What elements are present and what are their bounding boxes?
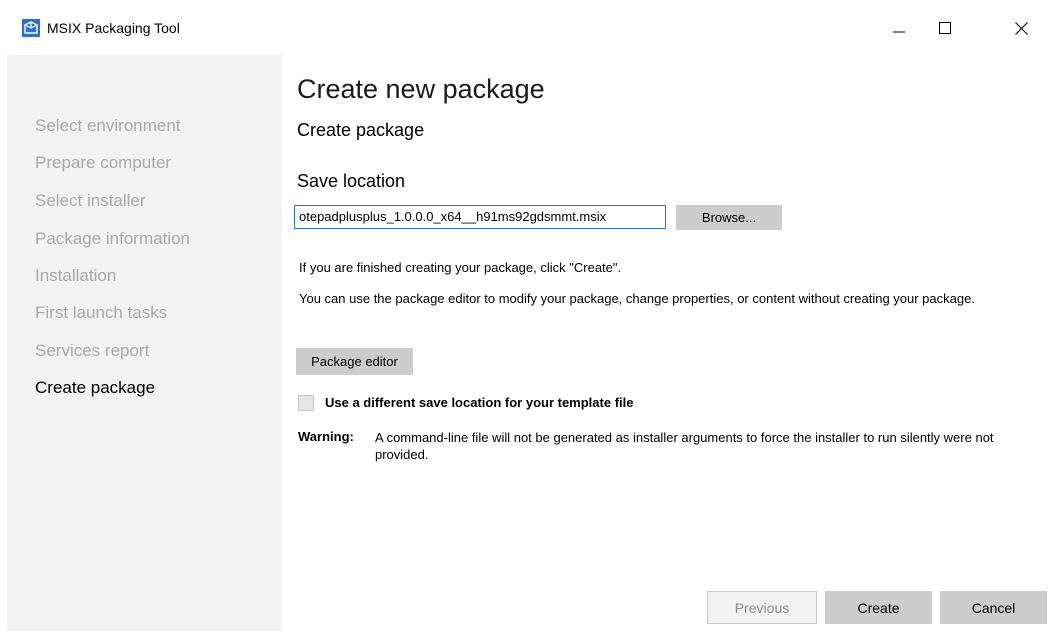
maximize-icon <box>939 22 951 34</box>
sidebar-item-first-launch-tasks[interactable]: First launch tasks <box>35 303 167 323</box>
section-title: Create package <box>297 120 425 140</box>
save-location-label: Save location <box>297 171 406 191</box>
warning-label: Warning: <box>298 429 354 444</box>
sidebar-item-create-package[interactable]: Create package <box>35 378 155 398</box>
sidebar: Select environment Prepare computer Sele… <box>7 55 282 631</box>
package-editor-button[interactable]: Package editor <box>296 348 413 375</box>
sidebar-item-select-environment[interactable]: Select environment <box>35 116 181 136</box>
package-editor-description: You can use the package editor to modify… <box>299 291 975 306</box>
browse-button[interactable]: Browse... <box>676 205 782 230</box>
save-location-input[interactable]: otepadplusplus_1.0.0.0_x64__h91ms92gdsmm… <box>294 205 666 229</box>
close-button[interactable] <box>998 10 1044 46</box>
warning-text: A command-line file will not be generate… <box>375 430 994 462</box>
minimize-button[interactable] <box>876 10 922 46</box>
minimize-icon <box>893 31 905 33</box>
previous-button[interactable]: Previous <box>707 591 817 624</box>
close-icon <box>1014 21 1028 35</box>
sidebar-item-prepare-computer[interactable]: Prepare computer <box>35 153 171 173</box>
msix-app-icon <box>22 19 40 37</box>
sidebar-item-services-report[interactable]: Services report <box>35 341 149 361</box>
title-bar: MSIX Packaging Tool <box>0 0 1054 55</box>
template-location-checkbox-label[interactable]: Use a different save location for your t… <box>325 395 633 410</box>
page-title: Create new package <box>297 74 545 104</box>
create-button[interactable]: Create <box>825 591 932 624</box>
maximize-button[interactable] <box>922 10 968 46</box>
window-title: MSIX Packaging Tool <box>47 20 180 36</box>
sidebar-item-installation[interactable]: Installation <box>35 266 116 286</box>
cancel-button[interactable]: Cancel <box>940 591 1047 624</box>
create-instructions: If you are finished creating your packag… <box>299 260 622 275</box>
sidebar-item-package-information[interactable]: Package information <box>35 229 190 249</box>
sidebar-item-select-installer[interactable]: Select installer <box>35 191 146 211</box>
template-location-checkbox[interactable] <box>298 395 314 411</box>
